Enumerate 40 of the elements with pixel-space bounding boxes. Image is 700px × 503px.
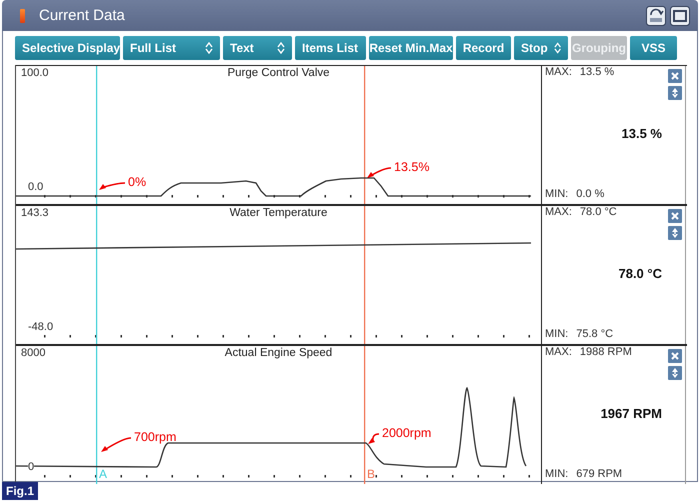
min-label: MIN: bbox=[545, 468, 568, 480]
current-value: 13.5 % bbox=[620, 126, 663, 140]
max-label: MAX: bbox=[545, 206, 572, 218]
axis-max: 8000 bbox=[21, 347, 46, 359]
annotation: 13.5% bbox=[394, 160, 430, 174]
annotation: 2000rpm bbox=[382, 426, 432, 440]
toolbar-button[interactable]: VSS bbox=[630, 36, 677, 60]
graph-title: Purge Control Valve bbox=[227, 67, 330, 79]
current-value: 1967 RPM bbox=[600, 406, 663, 420]
max-value: 1988 RPM bbox=[580, 346, 632, 358]
axis-max: 100.0 bbox=[21, 67, 49, 79]
dropdown-button[interactable]: Full List bbox=[123, 36, 220, 60]
min-label: MIN: bbox=[545, 188, 568, 200]
dropdown-button[interactable]: Text bbox=[223, 36, 292, 60]
max-label: MAX: bbox=[545, 346, 572, 358]
max-value: 13.5 % bbox=[580, 66, 614, 78]
annotation: 0% bbox=[128, 175, 146, 189]
cursor-label: A bbox=[99, 468, 108, 480]
figure-label: Fig.1 bbox=[2, 482, 38, 500]
graph-title: Actual Engine Speed bbox=[224, 347, 332, 359]
annotation: 700rpm bbox=[134, 430, 176, 444]
max-label: MAX: bbox=[545, 66, 572, 78]
current-value: 78.0 °C bbox=[617, 266, 663, 280]
axis-min: 0.0 bbox=[28, 182, 44, 193]
axis-max: 143.3 bbox=[21, 207, 49, 219]
min-value: 75.8 °C bbox=[576, 328, 614, 340]
window-title: Current Data bbox=[39, 7, 125, 24]
max-value: 78.0 °C bbox=[580, 206, 617, 218]
min-label: MIN: bbox=[545, 328, 568, 340]
axis-min: 0 bbox=[28, 462, 34, 473]
dropdown-button[interactable]: Items List bbox=[295, 36, 366, 60]
dropdown-button[interactable]: Stop bbox=[514, 36, 568, 60]
toolbar-button[interactable]: Reset Min.Max bbox=[369, 36, 453, 60]
dropdown-button[interactable]: Selective Display bbox=[15, 36, 120, 60]
cursor-label: B bbox=[367, 468, 376, 480]
axis-min: -48.0 bbox=[28, 322, 54, 333]
min-value: 0.0 % bbox=[576, 188, 604, 200]
min-value: 679 RPM bbox=[576, 468, 622, 480]
toolbar-button[interactable]: Record bbox=[456, 36, 511, 60]
graph-title: Water Temperature bbox=[230, 207, 328, 219]
